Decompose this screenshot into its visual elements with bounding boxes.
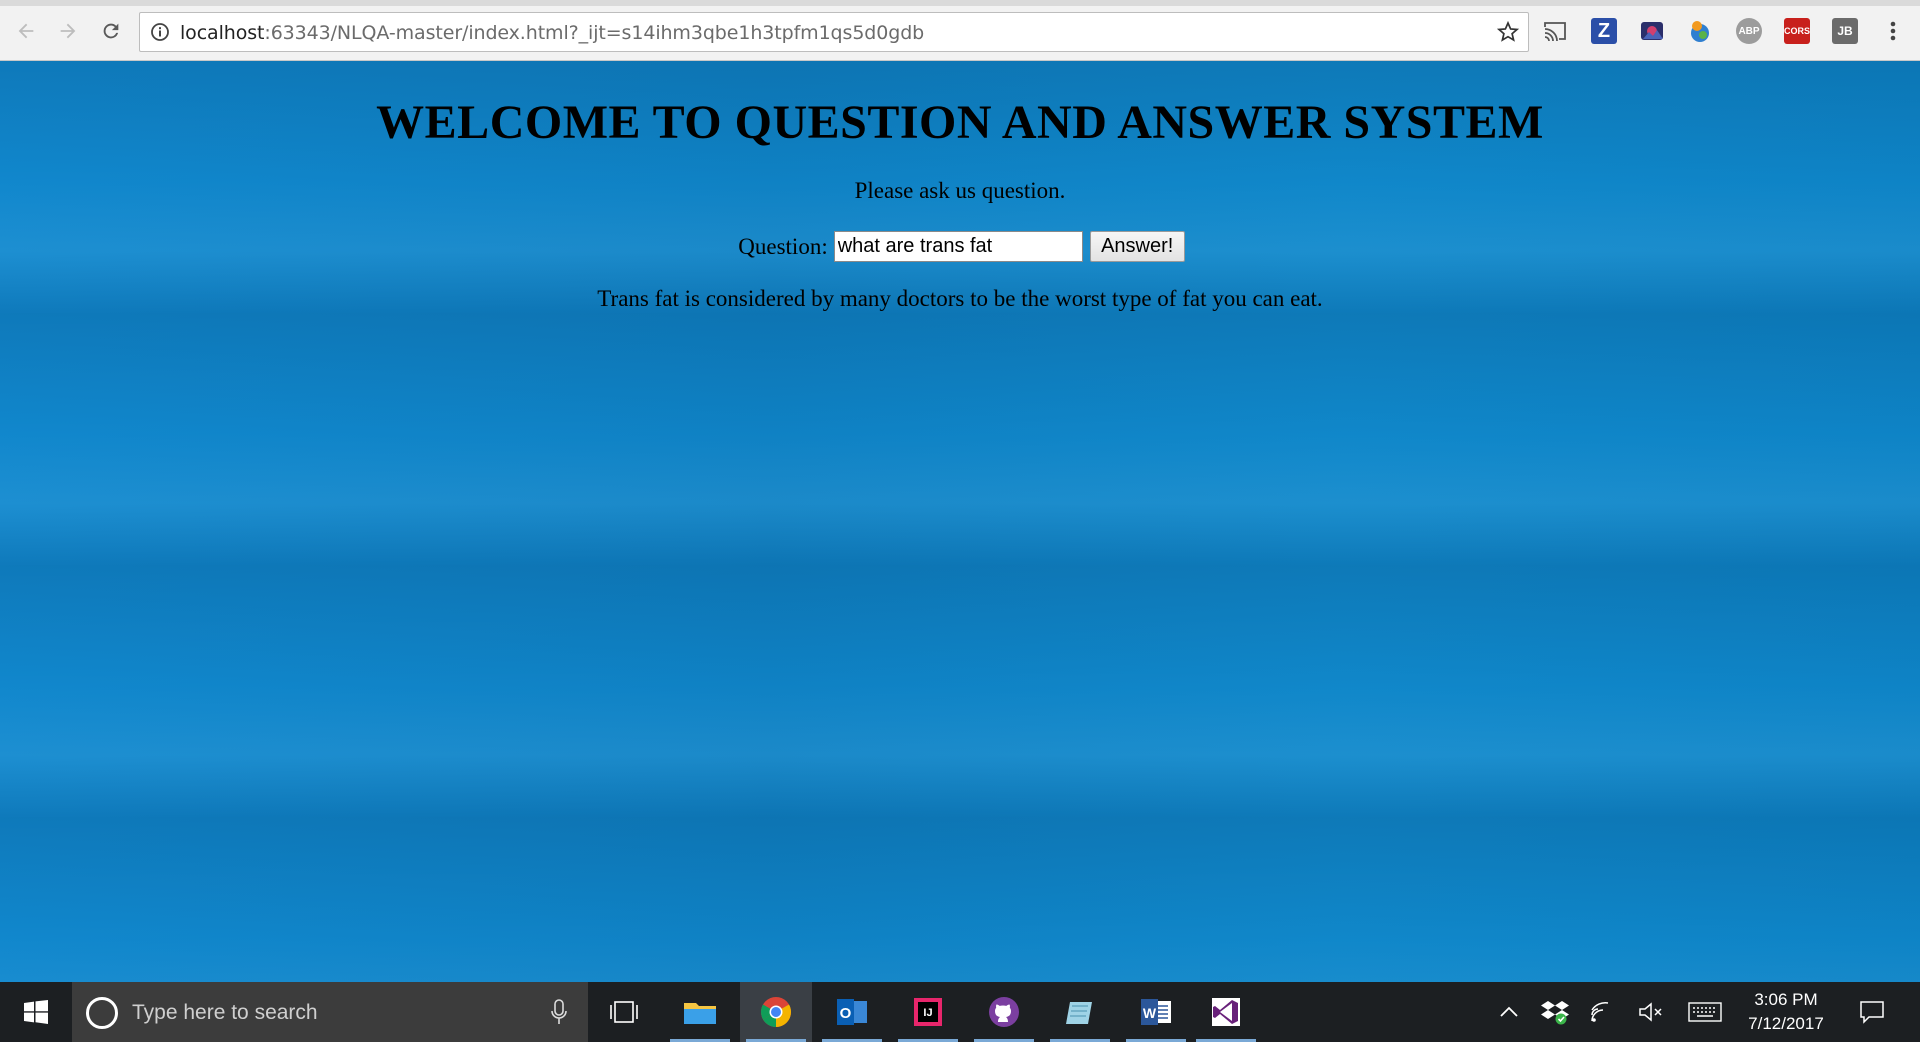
windows-taskbar: Type here to search O IJ W 3:06 PM 7/12/… [0, 982, 1920, 1042]
cors-icon[interactable]: CORS [1784, 18, 1810, 44]
cortana-icon [86, 997, 118, 1029]
start-button[interactable] [0, 982, 72, 1042]
question-label: Question: [738, 233, 828, 259]
clock-date: 7/12/2017 [1748, 1014, 1824, 1033]
word-icon[interactable]: W [1120, 982, 1192, 1042]
volume-muted-icon[interactable] [1636, 982, 1666, 1042]
back-arrow-icon [18, 23, 34, 39]
url-text: localhost:63343/NLQA-master/index.html?_… [180, 22, 924, 44]
dropbox-icon[interactable] [1540, 982, 1570, 1042]
address-bar[interactable]: localhost:63343/NLQA-master/index.html?_… [139, 12, 1529, 52]
bookmark-star-icon[interactable] [1496, 20, 1520, 44]
intellij-icon[interactable]: IJ [892, 982, 964, 1042]
extension-icon-3[interactable] [1687, 18, 1713, 44]
wifi-icon[interactable] [1588, 982, 1618, 1042]
question-input[interactable] [833, 231, 1083, 262]
page-title: WELCOME TO QUESTION AND ANSWER SYSTEM [376, 96, 1544, 149]
zotero-icon[interactable]: Z [1591, 18, 1617, 44]
extension-icon-2[interactable] [1639, 18, 1665, 44]
svg-text:W: W [1143, 1005, 1157, 1021]
touch-keyboard-icon[interactable] [1686, 982, 1724, 1042]
chrome-menu-button[interactable] [1880, 18, 1906, 44]
info-icon[interactable] [150, 22, 170, 42]
microphone-icon[interactable] [550, 999, 568, 1025]
forward-button[interactable] [51, 14, 85, 48]
kebab-menu-icon [1890, 21, 1896, 41]
svg-text:O: O [840, 1005, 852, 1022]
tab-strip [0, 0, 1920, 6]
prompt-text: Please ask us question. [854, 178, 1066, 203]
clock-time: 3:06 PM [1754, 990, 1818, 1009]
github-desktop-icon[interactable] [968, 982, 1040, 1042]
svg-text:IJ: IJ [923, 1007, 932, 1019]
reload-icon [103, 23, 119, 39]
outlook-icon[interactable]: O [816, 982, 888, 1042]
taskbar-search-box[interactable]: Type here to search [72, 982, 588, 1042]
forward-arrow-icon [60, 23, 76, 39]
show-hidden-icons-button[interactable] [1494, 982, 1524, 1042]
url-path: :63343/NLQA-master/index.html?_ijt=s14ih… [264, 22, 925, 44]
chrome-icon[interactable] [740, 982, 812, 1042]
answer-text: Trans fat is considered by many doctors … [597, 286, 1323, 311]
system-clock[interactable]: 3:06 PM 7/12/2017 [1730, 988, 1842, 1036]
answer-button[interactable]: Answer! [1089, 231, 1185, 262]
chevron-up-icon [1500, 1006, 1518, 1017]
notepad-app-icon[interactable] [1044, 982, 1116, 1042]
reload-button[interactable] [94, 14, 128, 48]
adblock-plus-icon[interactable]: ABP [1736, 18, 1762, 44]
task-view-icon[interactable] [588, 982, 660, 1042]
windows-logo-icon [24, 1000, 48, 1024]
browser-toolbar: localhost:63343/NLQA-master/index.html?_… [0, 0, 1920, 61]
search-placeholder: Type here to search [132, 1001, 318, 1024]
file-explorer-icon[interactable] [664, 982, 736, 1042]
question-form: Question: Answer! [0, 231, 1920, 262]
cast-icon[interactable] [1542, 18, 1568, 44]
page-content: WELCOME TO QUESTION AND ANSWER SYSTEM Pl… [0, 61, 1920, 982]
action-center-icon[interactable] [1854, 982, 1890, 1042]
visual-studio-icon[interactable] [1190, 982, 1262, 1042]
jetbrains-icon[interactable]: JB [1832, 18, 1858, 44]
url-host: localhost [180, 22, 265, 44]
back-button[interactable] [9, 14, 43, 48]
